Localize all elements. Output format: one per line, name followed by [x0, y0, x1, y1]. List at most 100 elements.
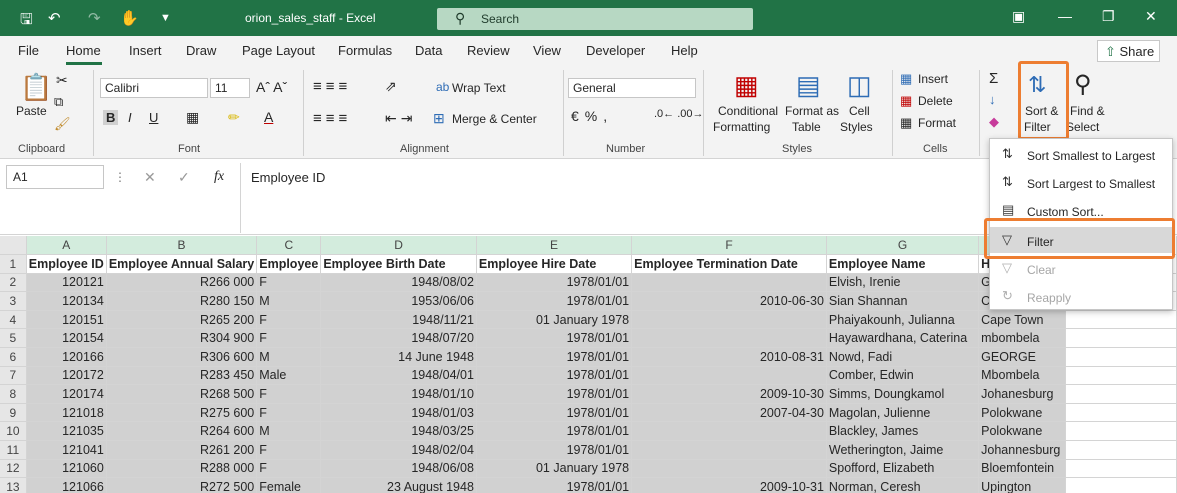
delete-cells-button[interactable]: Delete	[918, 94, 953, 108]
table-cell[interactable]: Wetherington, Jaime	[826, 440, 980, 460]
touch-mode-icon[interactable]: ✋	[120, 9, 139, 27]
table-cell[interactable]: 1953/06/06	[320, 291, 477, 311]
table-cell[interactable]: Nowd, Fadi	[826, 347, 980, 367]
vertical-align-icons[interactable]: ≡≡≡	[313, 78, 351, 95]
format-painter-icon[interactable]: 🖌	[54, 116, 71, 132]
insert-function-icon[interactable]: fx	[214, 169, 224, 185]
column-header[interactable]: F	[631, 236, 827, 256]
row-header[interactable]: 5	[0, 328, 27, 349]
find-select-icon[interactable]: ⚲	[1074, 70, 1092, 99]
table-cell[interactable]: Polokwane	[978, 403, 1066, 423]
table-cell[interactable]: 1978/01/01	[476, 347, 633, 367]
table-cell[interactable]: 1978/01/01	[476, 440, 633, 460]
table-cell[interactable]	[631, 421, 827, 442]
table-cell[interactable]: Magolan, Julienne	[826, 403, 980, 423]
paste-icon[interactable]: 📋	[20, 72, 52, 103]
table-cell[interactable]: R264 600	[106, 421, 258, 442]
row-header[interactable]: 11	[0, 440, 27, 460]
table-cell[interactable]: Cape Town	[978, 310, 1066, 330]
table-cell[interactable]: R283 450	[106, 366, 258, 386]
table-cell[interactable]: 120166	[26, 347, 107, 367]
table-cell[interactable]: R272 500	[106, 477, 258, 493]
table-cell[interactable]: Blackley, James	[826, 421, 980, 442]
tab-view[interactable]: View	[533, 43, 561, 58]
table-cell[interactable]: 2009-10-30	[631, 384, 827, 404]
format-as-table-label-1[interactable]: Format as	[785, 104, 839, 118]
tab-home[interactable]: Home	[66, 43, 101, 58]
cancel-entry-icon[interactable]: ✕	[144, 169, 156, 186]
table-cell[interactable]: Hayawardhana, Caterina	[826, 328, 980, 349]
format-as-table-label-2[interactable]: Table	[792, 120, 821, 134]
table-cell[interactable]	[1065, 403, 1177, 423]
formula-bar-options-icon[interactable]: ⋮	[114, 170, 126, 184]
table-cell[interactable]: Norman, Ceresh	[826, 477, 980, 493]
table-cell[interactable]	[1065, 440, 1177, 460]
column-header[interactable]: A	[26, 236, 107, 256]
sort-ascending-menu-item[interactable]: ⇅ Sort Smallest to Largest	[990, 141, 1172, 167]
cell-styles-icon[interactable]: ◫	[847, 70, 872, 101]
reapply-menu-item[interactable]: ↻ Reapply	[990, 283, 1172, 309]
table-cell[interactable]	[631, 310, 827, 330]
table-cell[interactable]: R275 600	[106, 403, 258, 423]
table-cell[interactable]: 01 January 1978	[476, 459, 633, 479]
number-format-icons[interactable]: €%,	[571, 108, 613, 124]
table-cell[interactable]: 1978/01/01	[476, 328, 633, 349]
table-cell[interactable]	[631, 328, 827, 349]
tab-help[interactable]: Help	[671, 43, 698, 58]
table-cell[interactable]: Phaiyakounh, Julianna	[826, 310, 980, 330]
table-cell[interactable]: 1948/01/03	[320, 403, 477, 423]
redo-icon[interactable]: ↷	[88, 9, 101, 27]
header-cell[interactable]: Employee	[256, 254, 322, 274]
minimize-icon[interactable]: —	[1058, 8, 1072, 24]
tab-insert[interactable]: Insert	[129, 43, 162, 58]
table-cell[interactable]: 1978/01/01	[476, 384, 633, 404]
table-cell[interactable]: 121060	[26, 459, 107, 479]
save-icon[interactable]: 🖫	[20, 9, 33, 34]
column-header[interactable]: C	[256, 236, 322, 256]
indent-icons[interactable]: ⇤⇥	[385, 110, 416, 127]
insert-cells-button[interactable]: Insert	[918, 72, 948, 86]
fill-color-icon[interactable]: ✏	[228, 109, 240, 126]
column-header[interactable]: B	[106, 236, 258, 256]
table-cell[interactable]: 1978/01/01	[476, 421, 633, 442]
tab-data[interactable]: Data	[415, 43, 442, 58]
horizontal-align-icons[interactable]: ≡≡≡	[313, 110, 351, 127]
table-cell[interactable]: Johannesburg	[978, 440, 1066, 460]
table-cell[interactable]: R261 200	[106, 440, 258, 460]
table-cell[interactable]: F	[256, 310, 322, 330]
tab-formulas[interactable]: Formulas	[338, 43, 392, 58]
table-cell[interactable]: Polokwane	[978, 421, 1066, 442]
table-cell[interactable]: 1978/01/01	[476, 366, 633, 386]
table-cell[interactable]: Male	[256, 366, 322, 386]
table-cell[interactable]: F	[256, 403, 322, 423]
table-cell[interactable]: 1978/01/01	[476, 273, 633, 293]
header-cell[interactable]: Employee Hire Date	[476, 254, 633, 274]
cell-styles-label-1[interactable]: Cell	[849, 104, 870, 118]
table-cell[interactable]: 1948/03/25	[320, 421, 477, 442]
table-cell[interactable]: M	[256, 291, 322, 311]
underline-icon[interactable]: U	[149, 110, 158, 125]
ribbon-display-icon[interactable]: ▣	[1012, 8, 1025, 25]
row-header[interactable]: 10	[0, 421, 27, 442]
conditional-formatting-label-1[interactable]: Conditional	[718, 104, 778, 118]
table-cell[interactable]	[1065, 310, 1177, 330]
merge-center-button[interactable]: Merge & Center	[452, 112, 537, 126]
table-cell[interactable]: 120151	[26, 310, 107, 330]
table-cell[interactable]: F	[256, 328, 322, 349]
table-cell[interactable]: 120154	[26, 328, 107, 349]
search-box[interactable]: ⚲ Search	[437, 8, 753, 30]
header-cell[interactable]: Employee ID	[26, 254, 107, 274]
table-cell[interactable]	[1065, 421, 1177, 442]
table-cell[interactable]: 2007-04-30	[631, 403, 827, 423]
fill-icon[interactable]: ↓	[989, 92, 996, 107]
table-cell[interactable]: 14 June 1948	[320, 347, 477, 367]
table-cell[interactable]: 2010-08-31	[631, 347, 827, 367]
table-cell[interactable]	[1065, 347, 1177, 367]
conditional-formatting-icon[interactable]: ▦	[734, 70, 759, 101]
italic-icon[interactable]: I	[128, 110, 132, 125]
table-cell[interactable]: F	[256, 273, 322, 293]
table-cell[interactable]	[1065, 366, 1177, 386]
table-cell[interactable]: Simms, Doungkamol	[826, 384, 980, 404]
tab-draw[interactable]: Draw	[186, 43, 216, 58]
table-cell[interactable]: R280 150	[106, 291, 258, 311]
